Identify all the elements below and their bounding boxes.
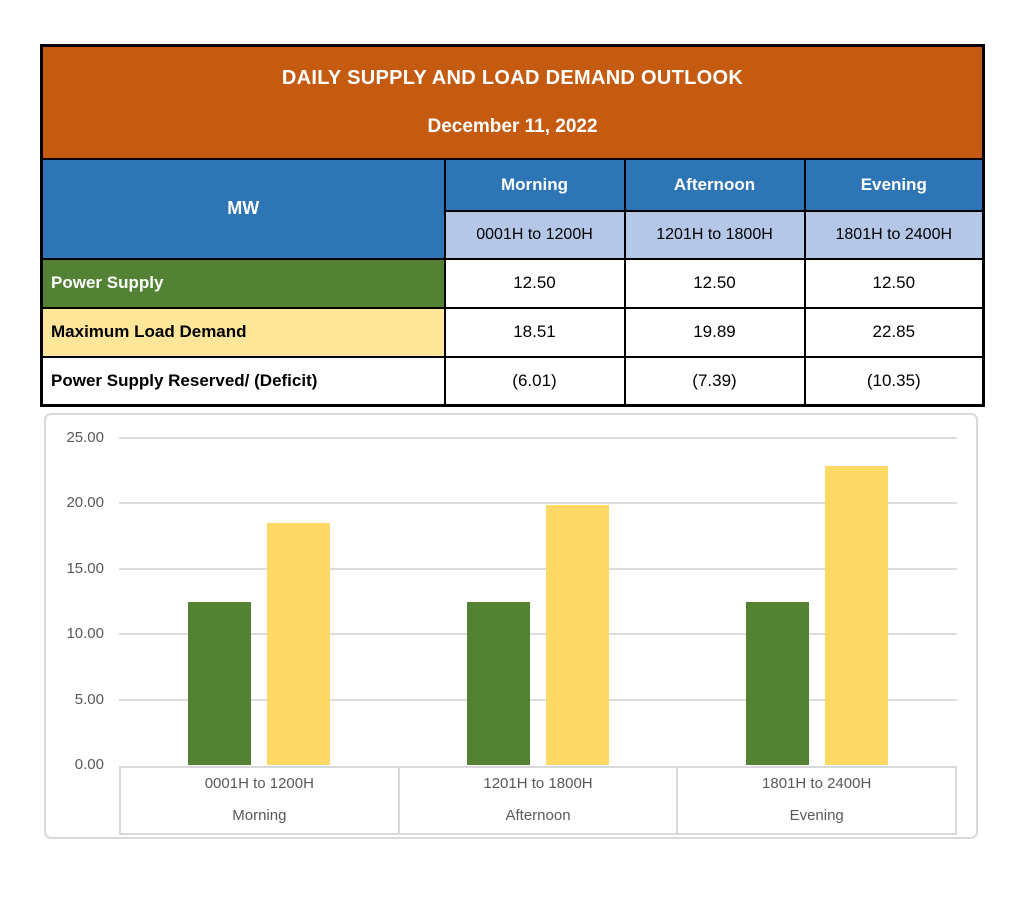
y-axis-tick-label: 25.00 — [66, 429, 104, 446]
table-title: DAILY SUPPLY AND LOAD DEMAND OUTLOOK — [281, 66, 744, 89]
y-axis-tick-label: 20.00 — [66, 494, 104, 512]
supply-demand-table: DAILY SUPPLY AND LOAD DEMAND OUTLOOK Dec… — [40, 44, 986, 407]
value-cell: (7.39) — [623, 355, 806, 407]
gridline — [119, 437, 957, 439]
row-label-power-supply: Power Supply — [40, 257, 446, 309]
table-header-banner: DAILY SUPPLY AND LOAD DEMAND OUTLOOK Dec… — [40, 44, 985, 160]
period-header-evening: Evening — [803, 157, 985, 212]
y-axis-tick-label: 15.00 — [66, 559, 104, 577]
value-cell: (6.01) — [443, 355, 626, 407]
x-axis-label-box: 0001H to 1200H Morning 1201H to 1800H After… — [119, 766, 957, 835]
y-axis-tick-label: 0.00 — [74, 756, 104, 773]
value-cell: 18.51 — [443, 306, 626, 358]
value-cell: 12.50 — [623, 257, 806, 309]
x-axis-category-cell: 1801H to 2400H Evening — [678, 768, 955, 833]
x-axis-category-cell: 1201H to 1800H Afternoon — [400, 768, 679, 833]
y-axis-tick-label: 10.00 — [66, 625, 104, 643]
plot-area: 0.00 5.00 10.00 15.00 20.00 25.00 0001H to 120… — [46, 415, 976, 837]
table-row-max-load-demand: Maximum Load Demand 18.51 19.89 22.85 — [40, 306, 985, 358]
bar-power-supply — [746, 601, 810, 765]
value-cell: 22.85 — [803, 306, 985, 358]
bar-power-supply — [187, 601, 251, 765]
period-header-afternoon: Afternoon — [623, 157, 806, 212]
bar-maximum-load-demand — [546, 504, 609, 765]
bar-power-supply — [467, 601, 530, 765]
bar-maximum-load-demand — [825, 466, 889, 765]
value-cell: (10.35) — [803, 355, 985, 407]
x-axis-category-cell: 0001H to 1200H Morning — [121, 768, 400, 833]
row-label-reserve-deficit: Power Supply Reserved/ (Deficit) — [40, 355, 446, 407]
value-cell: 12.50 — [803, 257, 985, 309]
hours-cell-evening: 1801H to 2400H — [803, 209, 985, 260]
x-axis-period-label: Evening — [789, 807, 844, 824]
hours-cell-afternoon: 1201H to 1800H — [623, 209, 806, 260]
x-axis-hours-label: 1801H to 2400H — [762, 775, 872, 792]
bar-chart-card: 0.00 5.00 10.00 15.00 20.00 25.00 0001H to 120… — [44, 413, 978, 839]
period-header-morning: Morning — [443, 157, 626, 212]
row-label-max-load-demand: Maximum Load Demand — [40, 306, 446, 358]
mw-header-cell: MW — [40, 157, 446, 260]
x-axis-period-label: Afternoon — [505, 807, 571, 824]
bar-maximum-load-demand — [266, 522, 330, 765]
table-row-power-supply: Power Supply 12.50 12.50 12.50 — [40, 257, 985, 309]
value-cell: 19.89 — [623, 306, 806, 358]
table-date: December 11, 2022 — [427, 115, 598, 137]
table-row-reserve-deficit: Power Supply Reserved/ (Deficit) (6.01) … — [40, 355, 985, 407]
x-axis-hours-label: 0001H to 1200H — [204, 775, 314, 792]
hours-cell-morning: 0001H to 1200H — [443, 209, 626, 260]
y-axis-tick-label: 5.00 — [74, 690, 104, 708]
value-cell: 12.50 — [443, 257, 626, 309]
x-axis-period-label: Morning — [232, 807, 287, 824]
x-axis-hours-label: 1201H to 1800H — [483, 775, 593, 792]
